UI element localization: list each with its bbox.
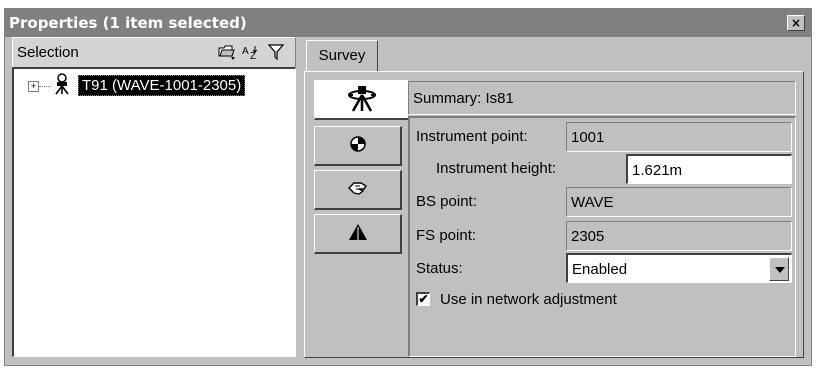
network-adjustment-checkbox[interactable]: ✔	[416, 292, 430, 306]
target-icon	[349, 135, 367, 157]
instrument-height-input[interactable]: 1.621m	[626, 154, 792, 184]
window-titlebar[interactable]: Properties (1 item selected) ×	[5, 9, 811, 37]
instrument-point-label: Instrument point:	[416, 128, 528, 145]
hand-button[interactable]	[314, 170, 402, 210]
bs-point-label: BS point:	[416, 193, 477, 210]
sort-az-icon[interactable]: A Z	[241, 43, 261, 62]
instrument-height-label: Instrument height:	[436, 160, 557, 177]
hand-icon	[347, 179, 369, 201]
selection-tree[interactable]: + T91 (WAVE-1001-2305)	[12, 67, 296, 357]
instrument-setup-icon	[345, 83, 379, 117]
status-dropdown-button[interactable]	[769, 257, 789, 281]
summary-field: Summary: Is81	[408, 81, 796, 115]
fs-point-field: 2305	[566, 221, 792, 251]
tree-connector-line	[39, 86, 51, 87]
chevron-down-icon	[775, 267, 785, 273]
bs-point-field: WAVE	[566, 187, 792, 217]
status-select-value: Enabled	[572, 261, 628, 278]
tree-item-label[interactable]: T91 (WAVE-1001-2305)	[78, 75, 246, 96]
tree-expand-toggle[interactable]: +	[28, 81, 39, 92]
surveyor-instrument-icon	[52, 73, 72, 95]
folder-dropdown-icon[interactable]	[217, 43, 237, 61]
tab-survey[interactable]: Survey	[306, 40, 378, 72]
status-select[interactable]: Enabled	[566, 253, 792, 283]
instrument-point-field: 1001	[566, 122, 792, 152]
triangle-button[interactable]	[314, 214, 402, 254]
window-title: Properties (1 item selected)	[9, 14, 247, 32]
instrument-setup-button[interactable]	[314, 80, 408, 120]
close-button[interactable]: ×	[787, 15, 805, 31]
selection-header: Selection A Z	[12, 37, 296, 67]
target-button[interactable]	[314, 126, 402, 166]
status-label: Status:	[416, 260, 463, 277]
filter-icon[interactable]	[267, 43, 287, 61]
selection-label: Selection	[17, 44, 79, 61]
triangle-icon	[348, 223, 368, 245]
fs-point-label: FS point:	[416, 227, 477, 244]
svg-text:A: A	[242, 46, 249, 57]
network-adjustment-label: Use in network adjustment	[440, 291, 617, 308]
